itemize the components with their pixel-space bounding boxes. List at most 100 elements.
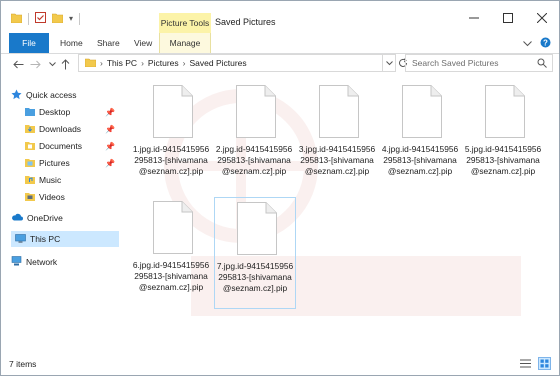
ribbon-tabs: File Home Share View Manage ? — [1, 33, 559, 54]
maximize-button[interactable] — [491, 5, 525, 31]
download-folder-icon — [25, 124, 35, 135]
picture-tools-context-label: Picture Tools — [159, 13, 211, 33]
recent-locations-chevron-icon[interactable] — [45, 57, 59, 71]
quick-access-toolbar: ▾ — [10, 12, 81, 25]
sidebar-item-label: OneDrive — [27, 213, 63, 223]
blank-document-icon — [236, 85, 276, 138]
sidebar-item-this-pc[interactable]: This PC — [11, 231, 119, 247]
folder-icon[interactable] — [10, 13, 23, 25]
address-bar[interactable]: › This PC › Pictures › Saved Pictures — [78, 54, 383, 72]
toolbar-divider — [28, 12, 29, 25]
close-button[interactable] — [525, 5, 559, 31]
file-item[interactable]: 4.jpg.id-9415415956295813-[shivamana@sez… — [380, 81, 462, 193]
window-controls — [457, 5, 559, 31]
breadcrumb-pictures[interactable]: Pictures — [148, 58, 179, 68]
music-folder-icon — [25, 175, 35, 186]
computer-icon — [15, 233, 26, 245]
blank-document-icon — [485, 85, 525, 138]
blank-document-icon — [237, 202, 277, 255]
properties-icon[interactable] — [35, 12, 46, 25]
file-name: 3.jpg.id-9415415956295813-[shivamana@sez… — [298, 144, 376, 176]
title-bar: ▾ Picture Tools Saved Pictures — [1, 1, 559, 33]
sidebar-item-label: Desktop — [39, 107, 71, 117]
file-item[interactable]: 6.jpg.id-9415415956295813-[shivamana@sez… — [131, 197, 213, 309]
address-history-dropdown[interactable] — [383, 54, 396, 72]
tab-manage[interactable]: Manage — [159, 33, 211, 53]
breadcrumb-chevron-icon[interactable]: › — [141, 58, 144, 68]
file-item[interactable]: 7.jpg.id-9415415956295813-[shivamana@sez… — [214, 197, 296, 309]
item-count: 7 items — [9, 359, 37, 369]
pin-icon[interactable]: 📌 — [105, 108, 115, 117]
view-switcher — [519, 357, 551, 370]
documents-folder-icon — [25, 141, 35, 152]
tab-share[interactable]: Share — [97, 33, 120, 53]
file-item[interactable]: 2.jpg.id-9415415956295813-[shivamana@sez… — [214, 81, 296, 193]
sidebar-item-pictures[interactable]: Pictures 📌 — [25, 155, 119, 171]
tab-view[interactable]: View — [134, 33, 152, 53]
up-button[interactable] — [58, 57, 72, 71]
window-title: Saved Pictures — [215, 17, 276, 27]
sidebar-item-downloads[interactable]: Downloads 📌 — [25, 121, 119, 137]
cloud-icon — [11, 213, 23, 223]
sidebar-item-documents[interactable]: Documents 📌 — [25, 138, 119, 154]
file-name: 4.jpg.id-9415415956295813-[shivamana@sez… — [381, 144, 459, 176]
explorer-window: ▾ Picture Tools Saved Pictures File Home… — [0, 0, 560, 376]
minimize-button[interactable] — [457, 5, 491, 31]
sidebar-item-label: Music — [39, 175, 62, 185]
status-bar: 7 items — [1, 353, 559, 375]
pictures-folder-icon — [25, 158, 35, 169]
file-item[interactable]: 1.jpg.id-9415415956295813-[shivamana@sez… — [131, 81, 213, 193]
customize-toolbar-icon[interactable]: ▾ — [69, 14, 73, 23]
tab-file[interactable]: File — [9, 33, 49, 53]
blank-document-icon — [153, 85, 193, 138]
tab-home[interactable]: Home — [60, 33, 83, 53]
sidebar-item-label: Downloads — [39, 124, 82, 134]
sidebar-item-videos[interactable]: Videos — [25, 189, 119, 205]
details-view-icon[interactable] — [519, 357, 532, 370]
pin-icon[interactable]: 📌 — [105, 125, 115, 134]
search-icon — [537, 58, 547, 70]
star-icon — [11, 89, 22, 102]
sidebar-item-label: Quick access — [26, 90, 77, 100]
file-name: 7.jpg.id-9415415956295813-[shivamana@sez… — [216, 261, 294, 293]
blank-document-icon — [153, 201, 193, 254]
blank-document-icon — [402, 85, 442, 138]
sidebar-item-onedrive[interactable]: OneDrive — [11, 210, 117, 226]
sidebar-item-quick-access[interactable]: Quick access — [11, 87, 117, 103]
back-button[interactable] — [11, 57, 25, 71]
forward-button[interactable] — [28, 57, 42, 71]
search-input[interactable]: Search Saved Pictures — [405, 54, 553, 72]
sidebar-item-label: Pictures — [39, 158, 70, 168]
location-folder-icon — [84, 58, 97, 69]
large-icons-view-icon[interactable] — [538, 357, 551, 370]
videos-folder-icon — [25, 192, 35, 203]
pin-icon[interactable]: 📌 — [105, 142, 115, 151]
breadcrumb-chevron-icon[interactable]: › — [100, 58, 103, 68]
folder-icon — [25, 107, 35, 118]
sidebar-item-label: Network — [26, 257, 58, 267]
breadcrumb-this-pc[interactable]: This PC — [107, 58, 137, 68]
file-name: 5.jpg.id-9415415956295813-[shivamana@sez… — [464, 144, 542, 176]
file-item[interactable]: 5.jpg.id-9415415956295813-[shivamana@sez… — [463, 81, 545, 193]
file-list: 1.jpg.id-9415415956295813-[shivamana@sez… — [123, 81, 559, 343]
blank-document-icon — [319, 85, 359, 138]
file-name: 2.jpg.id-9415415956295813-[shivamana@sez… — [215, 144, 293, 176]
network-icon — [11, 256, 22, 268]
breadcrumb-chevron-icon[interactable]: › — [183, 58, 186, 68]
breadcrumb-saved-pictures[interactable]: Saved Pictures — [189, 58, 246, 68]
expand-ribbon-icon[interactable] — [523, 39, 532, 49]
sidebar-item-music[interactable]: Music — [25, 172, 119, 188]
new-folder-icon[interactable] — [51, 13, 64, 25]
file-name: 6.jpg.id-9415415956295813-[shivamana@sez… — [132, 260, 210, 292]
sidebar-item-label: Videos — [39, 192, 65, 202]
navigation-bar: › This PC › Pictures › Saved Pictures Se… — [1, 54, 559, 74]
file-item[interactable]: 3.jpg.id-9415415956295813-[shivamana@sez… — [297, 81, 379, 193]
file-name: 1.jpg.id-9415415956295813-[shivamana@sez… — [132, 144, 210, 176]
sidebar-item-label: Documents — [39, 141, 82, 151]
ribbon-controls: ? — [523, 37, 551, 50]
help-icon[interactable]: ? — [540, 37, 551, 50]
sidebar-item-desktop[interactable]: Desktop 📌 — [25, 104, 119, 120]
sidebar-item-network[interactable]: Network — [11, 254, 117, 270]
pin-icon[interactable]: 📌 — [105, 159, 115, 168]
svg-text:?: ? — [543, 38, 548, 47]
